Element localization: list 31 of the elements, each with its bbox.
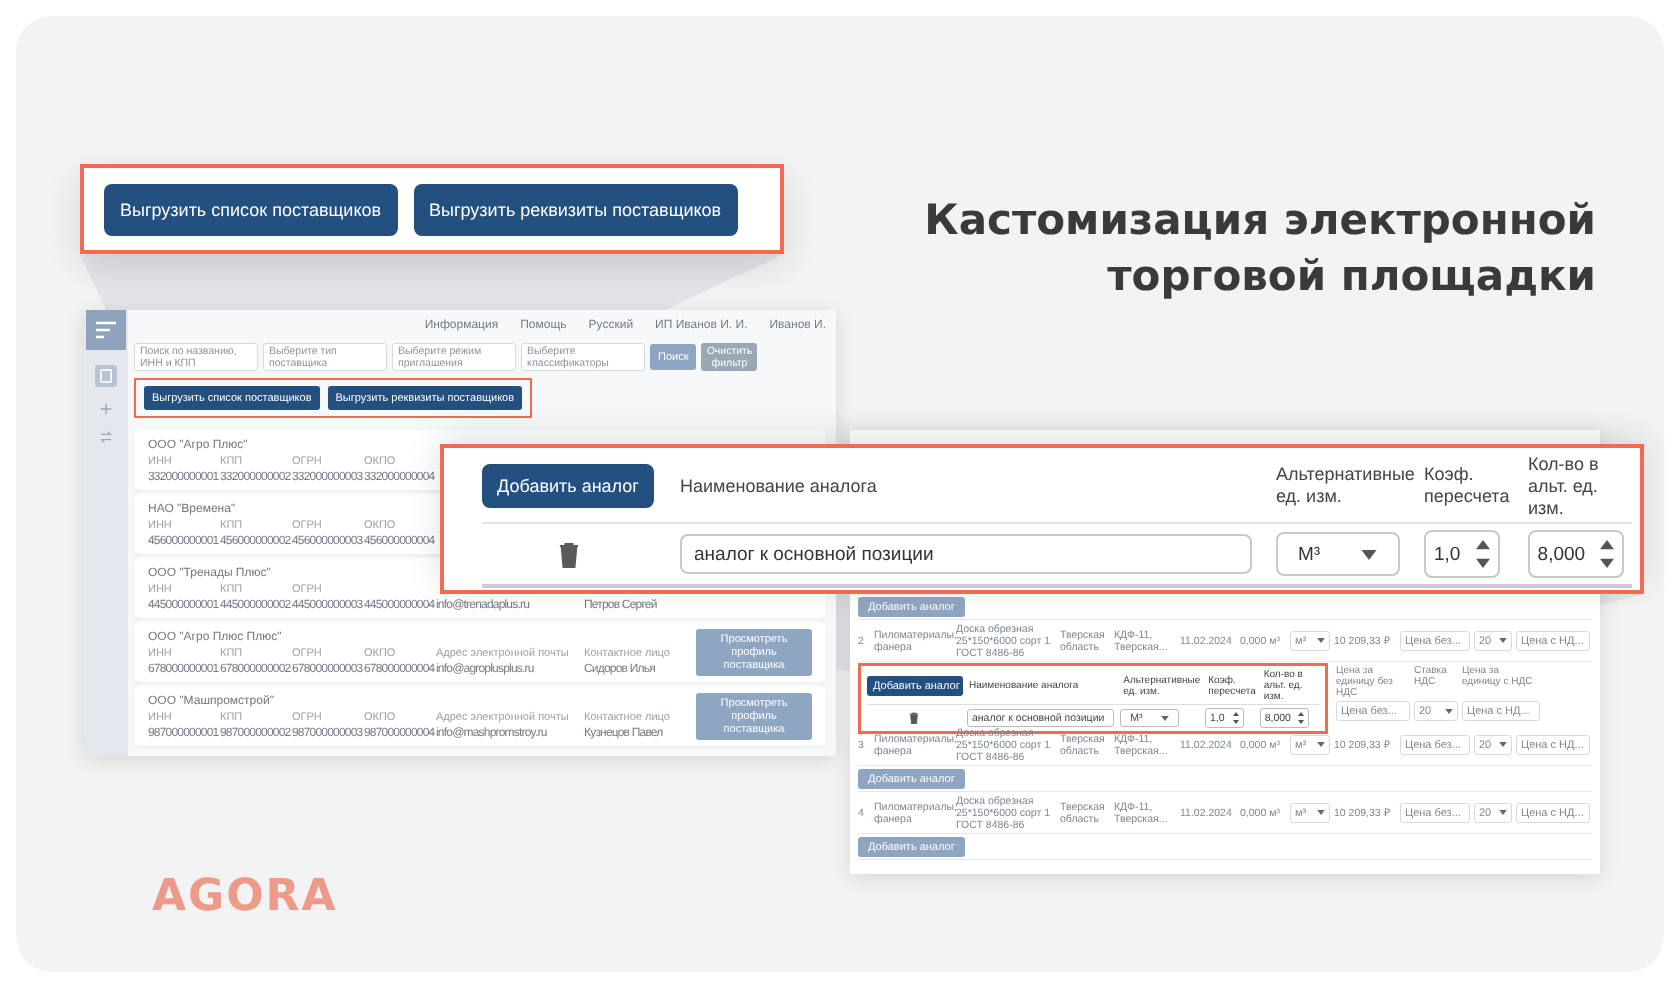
trash-icon[interactable] bbox=[557, 541, 579, 567]
spinner-arrows-icon bbox=[1600, 540, 1615, 568]
caret-icon bbox=[1499, 742, 1507, 747]
caret-icon bbox=[1360, 549, 1378, 559]
caret-icon bbox=[1317, 638, 1325, 643]
plus-icon[interactable] bbox=[99, 402, 113, 416]
export-button[interactable]: Выгрузить список поставщиков bbox=[104, 183, 398, 235]
caret-icon bbox=[1499, 638, 1507, 643]
quantity-spinner[interactable]: 8,000 bbox=[1528, 530, 1624, 578]
document-icon[interactable] bbox=[94, 364, 118, 388]
trash-icon[interactable] bbox=[909, 712, 919, 724]
caret-icon bbox=[1317, 810, 1325, 815]
headline: Кастомизация электронной bbox=[924, 194, 1596, 248]
brand-logo: AGORA bbox=[152, 872, 338, 922]
column-header: Коэф. пересчета bbox=[1424, 464, 1512, 508]
caret-icon bbox=[1317, 742, 1325, 747]
analog-name-field[interactable]: аналог к основной позиции bbox=[680, 534, 1252, 574]
caret-icon bbox=[1445, 708, 1453, 714]
column-header: Наименование аналога bbox=[680, 475, 879, 497]
add-analog-button[interactable]: Добавить аналог bbox=[482, 464, 654, 508]
menu-icon[interactable] bbox=[86, 310, 126, 350]
unit-select[interactable]: М³ bbox=[1276, 532, 1400, 576]
caret-icon bbox=[1499, 810, 1507, 815]
spinner-arrows-icon bbox=[1476, 540, 1491, 568]
spinner-arrows-icon bbox=[1298, 712, 1305, 724]
spinner-arrows-icon bbox=[1232, 712, 1239, 724]
caret-icon bbox=[1160, 715, 1169, 721]
headline: торговой площадки bbox=[1107, 250, 1596, 304]
export-button[interactable]: Выгрузить реквизиты поставщиков bbox=[413, 183, 738, 235]
column-header: Кол-во в альт. ед. изм. bbox=[1528, 453, 1601, 519]
factor-spinner[interactable]: 1,0 bbox=[1424, 530, 1500, 578]
